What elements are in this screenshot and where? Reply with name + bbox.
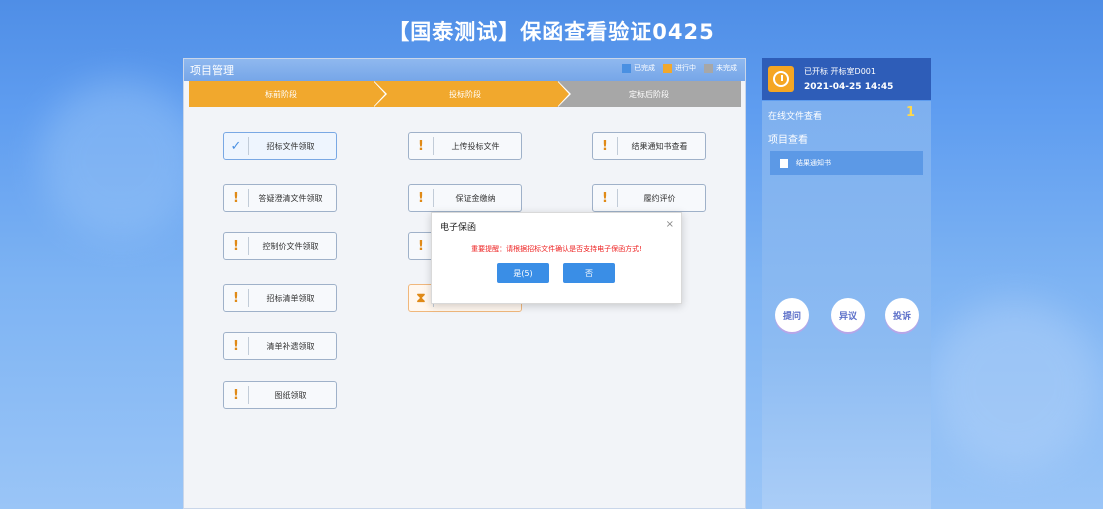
objection-button[interactable]: 异议: [831, 298, 865, 332]
result-notice-item[interactable]: 结果通知书: [770, 151, 923, 175]
task-result-notice[interactable]: ! 结果通知书查看: [592, 132, 706, 160]
background-glow: [40, 80, 200, 240]
bid-room-header: 已开标 开标室D001 2021-04-25 14:45: [762, 58, 931, 100]
alert-icon: !: [233, 190, 239, 206]
dialog-message: 重要提醒：请根据招标文件确认是否支持电子保函方式!: [471, 245, 642, 253]
background-glow: [930, 300, 1100, 470]
stage-pre-bid[interactable]: 标前阶段: [189, 81, 387, 107]
legend-not-done: 未完成: [704, 63, 737, 73]
close-icon[interactable]: ×: [666, 219, 674, 230]
task-drawings[interactable]: ! 图纸领取: [223, 381, 337, 409]
question-button[interactable]: 提问: [775, 298, 809, 332]
task-performance-evaluation[interactable]: ! 履约评价: [592, 184, 706, 212]
status-legend: 已完成 进行中 未完成: [622, 63, 737, 73]
alert-icon: !: [418, 190, 424, 206]
hourglass-icon: ⧗: [416, 290, 426, 306]
e-guarantee-dialog: 电子保函 × 重要提醒：请根据招标文件确认是否支持电子保函方式! 是(5) 否: [431, 212, 682, 304]
task-deposit-payment[interactable]: ! 保证金缴纳: [408, 184, 522, 212]
task-list-addendum[interactable]: ! 清单补遗领取: [223, 332, 337, 360]
check-icon: ✓: [230, 138, 242, 154]
legend-done: 已完成: [622, 63, 655, 73]
alert-icon: !: [233, 290, 239, 306]
panel-header-title: 项目管理: [190, 64, 234, 77]
panel-header: 项目管理 已完成 进行中 未完成: [184, 59, 745, 81]
alert-icon: !: [418, 138, 424, 154]
bid-open-time: 2021-04-25 14:45: [804, 82, 894, 92]
stage-post-award[interactable]: 定标后阶段: [557, 81, 741, 107]
online-file-view-link[interactable]: 在线文件查看: [768, 109, 822, 122]
project-view-heading: 项目查看: [768, 135, 808, 146]
alert-icon: !: [602, 138, 608, 154]
stage-bidding[interactable]: 投标阶段: [373, 81, 571, 107]
complaint-button[interactable]: 投诉: [885, 298, 919, 332]
stage-progress: 标前阶段 投标阶段 定标后阶段: [189, 81, 741, 107]
task-tender-list[interactable]: ! 招标清单领取: [223, 284, 337, 312]
bid-room-status: 已开标 开标室D001: [804, 67, 876, 76]
task-clarification-file[interactable]: ! 答疑澄清文件领取: [223, 184, 337, 212]
legend-in-progress: 进行中: [663, 63, 696, 73]
alert-icon: !: [233, 338, 239, 354]
alert-icon: !: [418, 238, 424, 254]
right-panel-body: 在线文件查看 1 项目查看 结果通知书 提问 异议 投诉: [762, 101, 931, 509]
dialog-title: 电子保函: [440, 223, 477, 233]
alarm-clock-icon: [768, 66, 794, 92]
alert-icon: !: [233, 387, 239, 403]
alert-icon: !: [602, 190, 608, 206]
online-file-count: 1: [905, 105, 915, 120]
yes-button[interactable]: 是(5): [497, 263, 549, 283]
no-button[interactable]: 否: [563, 263, 615, 283]
alert-icon: !: [233, 238, 239, 254]
task-tender-file[interactable]: ✓ 招标文件领取: [223, 132, 337, 160]
task-control-price-file[interactable]: ! 控制价文件领取: [223, 232, 337, 260]
document-icon: [780, 158, 788, 168]
task-upload-bid-file[interactable]: ! 上传投标文件: [408, 132, 522, 160]
page-title: 【国泰测试】保函查看验证0425: [388, 20, 715, 44]
right-panel: 已开标 开标室D001 2021-04-25 14:45 在线文件查看 1 项目…: [762, 58, 931, 509]
